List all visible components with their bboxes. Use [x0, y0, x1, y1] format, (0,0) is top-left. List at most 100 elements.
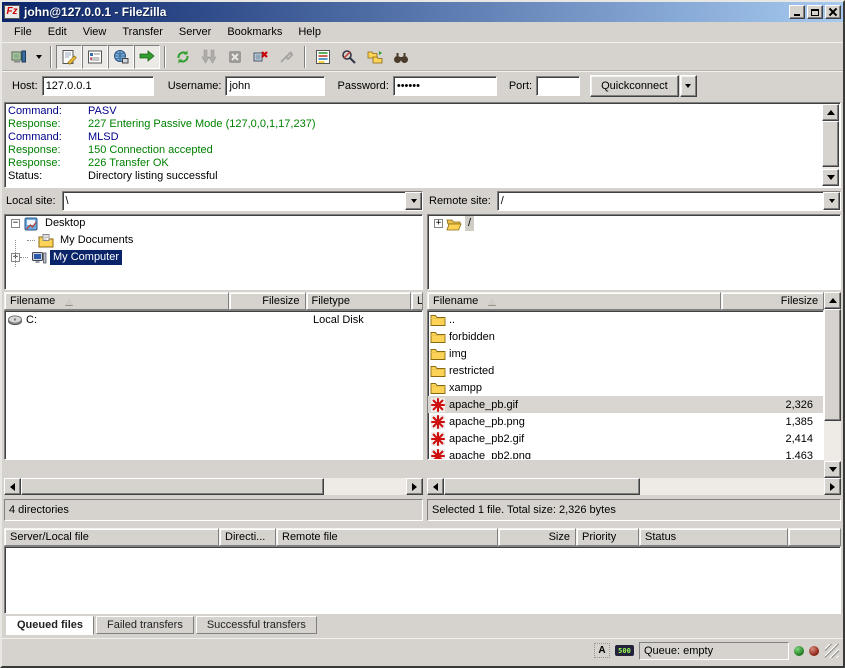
- remote-file-row[interactable]: img: [428, 345, 823, 362]
- quickconnect-button[interactable]: Quickconnect: [590, 75, 679, 97]
- scroll-right-button[interactable]: [824, 478, 841, 495]
- port-input[interactable]: [536, 76, 580, 96]
- menu-item[interactable]: View: [75, 24, 115, 40]
- remote-file-row[interactable]: ..: [428, 311, 823, 328]
- cancel-button[interactable]: [222, 45, 248, 69]
- remote-site-label: Remote site:: [427, 195, 497, 207]
- local-status-bar: 4 directories: [4, 499, 423, 521]
- remote-file-row[interactable]: xampp: [428, 379, 823, 396]
- password-input[interactable]: [393, 76, 497, 96]
- compare-button[interactable]: [336, 45, 362, 69]
- scroll-thumb[interactable]: [824, 309, 841, 421]
- tree-item-my-computer[interactable]: + My Computer: [5, 249, 422, 266]
- site-manager-button[interactable]: [6, 45, 32, 69]
- column-header-lastmodified[interactable]: L: [411, 292, 423, 310]
- local-file-row[interactable]: C: Local Disk: [5, 311, 422, 328]
- host-input[interactable]: [42, 76, 154, 96]
- column-header-filename[interactable]: Filename: [4, 292, 229, 310]
- column-header-remote-file[interactable]: Remote file: [276, 528, 498, 546]
- site-manager-dropdown-button[interactable]: [32, 45, 46, 69]
- tab-failed-transfers[interactable]: Failed transfers: [96, 616, 194, 634]
- find-files-button[interactable]: [388, 45, 414, 69]
- remote-file-row[interactable]: apache_pb.png 1,385: [428, 413, 823, 430]
- tab-successful-transfers[interactable]: Successful transfers: [196, 616, 317, 634]
- menu-item[interactable]: File: [6, 24, 40, 40]
- menu-item[interactable]: Help: [290, 24, 329, 40]
- title-bar[interactable]: Fz john@127.0.0.1 - FileZilla: [2, 2, 843, 22]
- column-header-direction[interactable]: Directi...: [219, 528, 276, 546]
- red-led-icon: [809, 646, 819, 656]
- scroll-up-button[interactable]: [822, 104, 839, 121]
- scroll-thumb[interactable]: [21, 478, 324, 495]
- file-name: apache_pb.png: [449, 416, 525, 428]
- toggle-remote-tree-button[interactable]: [108, 45, 134, 69]
- remote-file-row[interactable]: forbidden: [428, 328, 823, 345]
- scroll-down-button[interactable]: [822, 169, 839, 186]
- menu-item[interactable]: Server: [171, 24, 219, 40]
- column-header-status[interactable]: Status: [639, 528, 788, 546]
- remote-file-row[interactable]: apache_pb2.gif 2,414: [428, 430, 823, 447]
- menu-item[interactable]: Edit: [40, 24, 75, 40]
- scroll-left-button[interactable]: [427, 478, 444, 495]
- close-button[interactable]: [825, 5, 841, 19]
- remote-site-dropdown-button[interactable]: [823, 192, 840, 210]
- tree-item-my-documents[interactable]: My Documents: [5, 232, 422, 249]
- local-site-combo[interactable]: \: [62, 191, 423, 211]
- remote-tree: + /: [427, 214, 841, 290]
- collapse-icon[interactable]: −: [11, 219, 20, 228]
- column-header-server-local-file[interactable]: Server/Local file: [4, 528, 219, 546]
- log-line-text: PASV: [88, 105, 117, 118]
- column-header-filetype[interactable]: Filetype: [306, 292, 412, 310]
- remote-file-row[interactable]: apache_pb2.png 1,463: [428, 447, 823, 460]
- remote-file-row[interactable]: restricted: [428, 362, 823, 379]
- disconnect-button[interactable]: [248, 45, 274, 69]
- local-horizontal-scrollbar[interactable]: [4, 478, 423, 495]
- menu-item[interactable]: Bookmarks: [219, 24, 290, 40]
- process-queue-button[interactable]: [196, 45, 222, 69]
- minimize-button[interactable]: [789, 5, 805, 19]
- tab-queued-files[interactable]: Queued files: [6, 616, 94, 635]
- quickconnect-bar: Host: Username: Password: Port: Quickcon…: [2, 70, 843, 100]
- chevron-down-icon: [829, 199, 835, 203]
- tree-item-desktop[interactable]: − Desktop: [5, 215, 422, 232]
- scroll-left-button[interactable]: [4, 478, 21, 495]
- window-title: john@127.0.0.1 - FileZilla: [24, 5, 789, 19]
- remote-horizontal-scrollbar[interactable]: [427, 478, 841, 495]
- column-header-priority[interactable]: Priority: [576, 528, 639, 546]
- file-name: apache_pb2.png: [449, 450, 531, 461]
- local-site-dropdown-button[interactable]: [405, 192, 422, 210]
- toggle-message-log-button[interactable]: [56, 45, 82, 69]
- column-header-filesize[interactable]: Filesize: [229, 292, 306, 310]
- reconnect-button[interactable]: [274, 45, 300, 69]
- remote-site-combo[interactable]: /: [497, 191, 841, 211]
- username-input[interactable]: [225, 76, 325, 96]
- column-header-filename[interactable]: Filename: [427, 292, 721, 310]
- refresh-button[interactable]: [170, 45, 196, 69]
- synchronized-browsing-button[interactable]: [362, 45, 388, 69]
- scroll-thumb[interactable]: [822, 121, 839, 167]
- scroll-up-button[interactable]: [824, 292, 841, 309]
- transfer-type-icon[interactable]: A: [594, 643, 610, 658]
- remote-file-row[interactable]: apache_pb.gif 2,326: [428, 396, 823, 413]
- speed-limit-icon[interactable]: 500: [615, 645, 634, 656]
- filter-button[interactable]: [310, 45, 336, 69]
- remote-vertical-scrollbar[interactable]: [824, 309, 841, 478]
- log-line-type: Command:: [8, 105, 88, 118]
- expand-icon[interactable]: +: [434, 219, 443, 228]
- refresh-icon: [175, 49, 191, 65]
- log-scrollbar[interactable]: [822, 104, 839, 186]
- scroll-thumb[interactable]: [444, 478, 640, 495]
- column-header-size[interactable]: Size: [498, 528, 576, 546]
- toolbar: [2, 42, 843, 70]
- toggle-local-tree-button[interactable]: [82, 45, 108, 69]
- local-site-value: \: [63, 192, 405, 210]
- column-header-filesize[interactable]: Filesize: [721, 292, 825, 310]
- quickconnect-dropdown-button[interactable]: [680, 75, 697, 97]
- toggle-transfer-queue-button[interactable]: [134, 45, 160, 69]
- tree-item-root[interactable]: + /: [428, 215, 840, 232]
- menu-item[interactable]: Transfer: [114, 24, 171, 40]
- resize-grip[interactable]: [825, 644, 839, 658]
- scroll-right-button[interactable]: [406, 478, 423, 495]
- maximize-button[interactable]: [807, 5, 823, 19]
- scroll-down-button[interactable]: [824, 461, 841, 478]
